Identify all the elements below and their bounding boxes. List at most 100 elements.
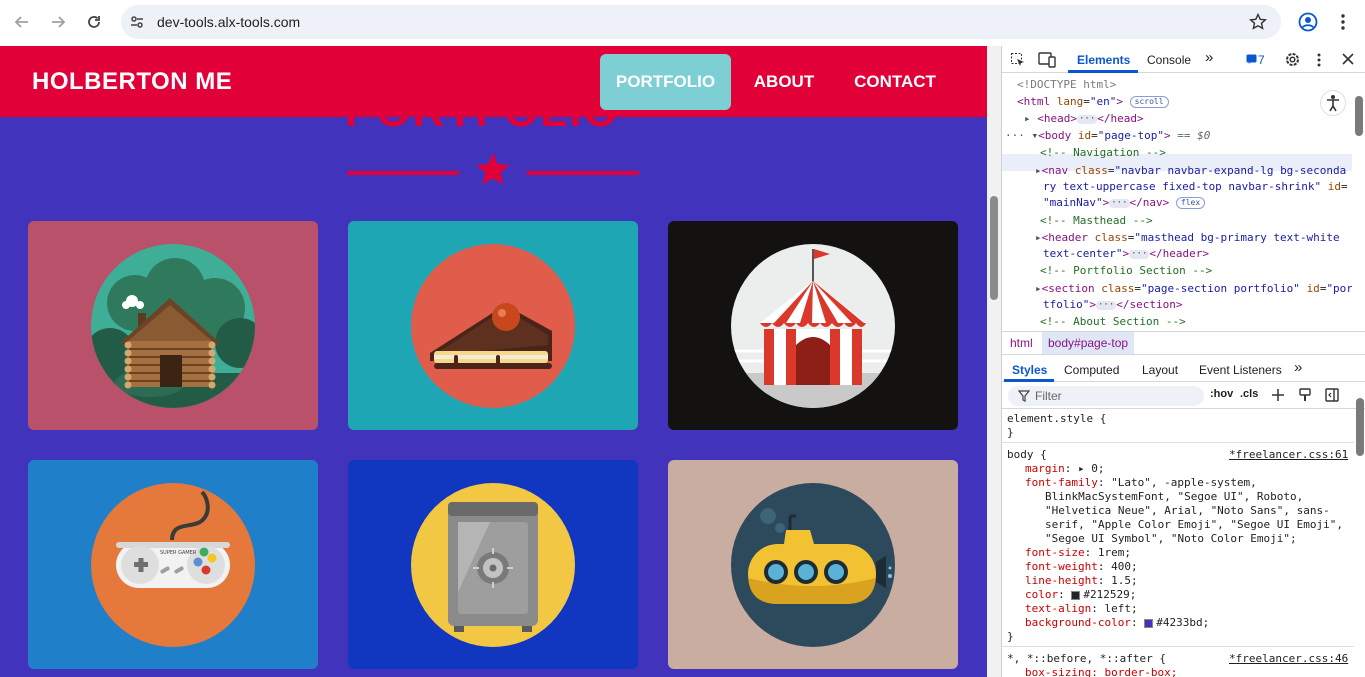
dom-comment-about[interactable]: <!-- About Section --> [1040, 315, 1186, 328]
paint-brush-icon[interactable] [1298, 388, 1312, 402]
rule-divider [1002, 442, 1354, 443]
tab-layout[interactable]: Layout [1142, 363, 1178, 377]
new-rule-plus-icon[interactable] [1271, 388, 1285, 402]
style-rule-font-weight[interactable]: font-weight: 400; [1025, 560, 1138, 573]
body-selector[interactable]: body { [1007, 448, 1047, 461]
style-rule-margin[interactable]: margin: ▸ 0; [1025, 462, 1105, 475]
forward-button[interactable] [46, 10, 70, 34]
circus-tent-icon [731, 244, 895, 408]
portfolio-item-submarine[interactable] [668, 460, 958, 669]
dom-comment-portfolio[interactable]: <!-- Portfolio Section --> [1040, 264, 1212, 277]
prop-value: 0; [1091, 462, 1105, 475]
portfolio-item-cabin[interactable] [28, 221, 318, 430]
toggle-sidebar-icon[interactable] [1325, 388, 1339, 402]
tab-console[interactable]: Console [1147, 53, 1191, 67]
cls-toggle[interactable]: .cls [1240, 388, 1258, 400]
style-rule-box-sizing[interactable]: box-sizing: border-box; [1025, 666, 1177, 677]
reload-button[interactable] [82, 10, 106, 34]
scroll-badge[interactable]: scroll [1129, 96, 1169, 108]
address-bar[interactable]: dev-tools.alx-tools.com [121, 5, 1281, 39]
more-subtabs-chevron-icon[interactable]: » [1294, 359, 1302, 376]
element-style-selector[interactable]: element.style { [1007, 412, 1106, 425]
flex-badge[interactable]: flex [1175, 197, 1206, 209]
tab-computed[interactable]: Computed [1064, 363, 1119, 377]
page-scrollbar[interactable] [987, 46, 1001, 677]
settings-gear-icon[interactable] [1284, 51, 1301, 68]
cabin-icon [91, 244, 255, 408]
dom-head[interactable]: ▸ <head> ··· </head> [1024, 112, 1144, 125]
dom-html[interactable]: <html lang="en"> scroll [1017, 95, 1169, 108]
style-rule-color[interactable]: color: #212529; [1025, 588, 1136, 601]
menu-kebab-icon[interactable] [1338, 12, 1348, 32]
more-tabs-chevron-icon[interactable]: » [1205, 49, 1213, 66]
nav-contact[interactable]: CONTACT [840, 54, 950, 110]
dom-tree-scrollbar-thumb[interactable] [1355, 96, 1363, 136]
dom-comment-nav[interactable]: <!-- Navigation --> [1040, 146, 1166, 159]
dom-body[interactable]: ··· ▾<body id="page-top"> == $0 [1005, 129, 1210, 142]
dom-html-close: > [1116, 95, 1123, 108]
site-settings-icon[interactable] [129, 14, 145, 30]
style-rule-font-family[interactable]: font-family: "Lato", -apple-system, [1025, 476, 1257, 489]
styles-subtabs: Styles Computed Layout Event Listeners » [1002, 356, 1365, 382]
expand-triangle-icon[interactable]: ▸ [1078, 462, 1085, 475]
game-controller-icon: SUPER GAMER [91, 483, 255, 647]
tab-styles[interactable]: Styles [1012, 363, 1047, 377]
portfolio-item-cake[interactable] [348, 221, 638, 430]
portfolio-item-safe[interactable] [348, 460, 638, 669]
universal-rule-source-link[interactable]: *freelancer.css:46 [1229, 652, 1348, 665]
element-style-close: } [1007, 426, 1014, 439]
ellipsis-icon[interactable]: ··· [1129, 249, 1150, 259]
dom-nav[interactable]: ▸<nav class="navbar navbar-expand-lg bg-… [1035, 164, 1346, 177]
dom-comment-masthead[interactable]: <!-- Masthead --> [1040, 214, 1153, 227]
nav-about[interactable]: ABOUT [740, 54, 828, 110]
dom-section-cont: tfolio"> ··· </section> [1043, 298, 1183, 311]
tab-elements[interactable]: Elements [1077, 53, 1130, 67]
style-rule-font-size[interactable]: font-size: 1rem; [1025, 546, 1131, 559]
styles-scrollbar-thumb[interactable] [1356, 398, 1364, 456]
nav-portfolio[interactable]: PORTFOLIO [600, 54, 731, 110]
color-swatch[interactable] [1071, 590, 1081, 600]
issues-count[interactable]: 7 [1258, 53, 1265, 67]
hov-toggle[interactable]: :hov [1210, 388, 1233, 400]
dom-nav-val2: "mainNav" [1043, 196, 1103, 209]
devtools-menu-kebab-icon[interactable] [1316, 52, 1322, 68]
prop-name: font-family [1025, 476, 1098, 489]
style-rule-background-color[interactable]: background-color: #4233bd; [1025, 616, 1209, 629]
portfolio-item-game-controller[interactable]: SUPER GAMER [28, 460, 318, 669]
filter-placeholder: Filter [1035, 389, 1062, 403]
body-rule-source-link[interactable]: *freelancer.css:61 [1229, 448, 1348, 461]
accessibility-icon[interactable] [1320, 90, 1346, 116]
styles-filter-input[interactable]: Filter [1008, 386, 1204, 406]
brand-logo[interactable]: HOLBERTON ME [32, 68, 232, 96]
arrow-left-icon [14, 16, 28, 28]
ellipsis-icon[interactable]: ··· [1095, 300, 1117, 310]
ellipsis-icon[interactable]: ··· [1077, 114, 1098, 124]
rule-divider [1002, 646, 1354, 647]
dom-section-val2b: tfolio" [1043, 298, 1090, 311]
prop-name: text-align [1025, 602, 1092, 615]
bookmark-star-icon[interactable] [1249, 13, 1267, 31]
back-button[interactable] [10, 10, 34, 34]
breadcrumb-body[interactable]: body#page-top [1042, 332, 1135, 354]
portfolio-item-circus[interactable] [668, 221, 958, 430]
style-rule-text-align[interactable]: text-align: left; [1025, 602, 1138, 615]
browser-toolbar: dev-tools.alx-tools.com [0, 0, 1365, 46]
dom-header[interactable]: ▸<header class="masthead bg-primary text… [1035, 231, 1340, 244]
tab-event-listeners[interactable]: Event Listeners [1199, 363, 1282, 377]
device-toolbar-icon[interactable] [1038, 52, 1056, 68]
close-devtools-icon[interactable] [1342, 53, 1354, 65]
breadcrumb-html[interactable]: html [1010, 336, 1033, 350]
color-swatch[interactable] [1144, 618, 1154, 628]
dom-head-close: </head> [1097, 112, 1144, 125]
dom-doctype[interactable]: <!DOCTYPE html> [1017, 78, 1116, 91]
dom-section[interactable]: ▸<section class="page-section portfolio"… [1035, 282, 1352, 295]
issues-icon[interactable] [1246, 54, 1257, 65]
page-scrollbar-thumb[interactable] [990, 196, 998, 300]
profile-icon[interactable] [1298, 12, 1318, 32]
inspect-element-icon[interactable] [1010, 52, 1026, 68]
dom-section-val2a: "por [1326, 282, 1352, 295]
style-rule-line-height[interactable]: line-height: 1.5; [1025, 574, 1138, 587]
ellipsis-icon[interactable]: ··· [1109, 198, 1130, 208]
dom-body-open: <body [1038, 129, 1072, 142]
universal-selector[interactable]: *, *::before, *::after { [1007, 652, 1166, 665]
